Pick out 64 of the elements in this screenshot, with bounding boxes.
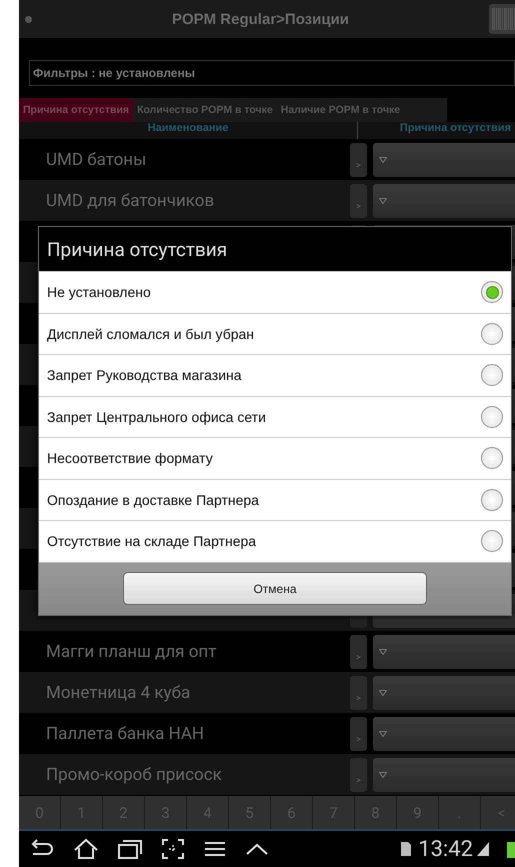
- filter-field[interactable]: Фильтры : не установлены: [29, 60, 515, 86]
- option-label: Дисплей сломался и был убран: [47, 326, 256, 342]
- screenshot-icon[interactable]: [161, 838, 185, 860]
- arrow-button[interactable]: >: [350, 142, 367, 176]
- option-item[interactable]: Дисплей сломался и был убран: [39, 312, 511, 354]
- item-name: Промо-короб присоск: [45, 764, 223, 784]
- home-icon[interactable]: [73, 838, 99, 860]
- column-header: Причина отсутствия: [398, 122, 512, 136]
- barcode-button[interactable]: [489, 4, 515, 34]
- item-name: UMD батоны: [45, 150, 148, 170]
- option-label: Не установлено: [47, 284, 152, 300]
- dot-icon: [25, 16, 32, 22]
- dropdown-field[interactable]: [373, 184, 515, 218]
- dropdown-arrow-icon: [379, 198, 387, 204]
- arrow-button[interactable]: >: [350, 676, 367, 710]
- option-label: Опоздание в доставке Партнера: [47, 492, 260, 508]
- sim-card-icon: [400, 841, 412, 857]
- tab[interactable]: Количество POPM в точке: [133, 98, 277, 122]
- option-item[interactable]: Отсутствие на складе Партнера: [39, 520, 511, 562]
- option-label: Запрет Центрального офиса сети: [47, 408, 267, 425]
- option-label: Отсутствие на складе Партнера: [47, 533, 258, 550]
- dropdown-field[interactable]: [373, 634, 515, 668]
- item-name: Монетница 4 куба: [45, 682, 192, 702]
- battery-icon: [507, 840, 515, 858]
- dropdown-arrow-icon: [379, 648, 387, 654]
- dropdown-arrow-icon: [379, 156, 387, 162]
- dropdown-arrow-icon: [379, 772, 387, 778]
- option-label: Несоответствие формату: [47, 450, 214, 466]
- radio-button[interactable]: [481, 281, 503, 304]
- dropdown-arrow-icon: [379, 690, 387, 696]
- radio-button[interactable]: [481, 322, 503, 345]
- option-item[interactable]: Не установлено: [39, 271, 511, 312]
- clock-time: 13:42: [418, 836, 473, 862]
- arrow-button[interactable]: >: [350, 634, 367, 668]
- option-item[interactable]: Несоответствие формату: [39, 437, 511, 478]
- item-name: Паллета банка НАН: [45, 724, 206, 744]
- screen-title: POPM Regular>Позиции: [170, 10, 350, 28]
- option-label: Запрет Руководства магазина: [47, 367, 243, 384]
- radio-button[interactable]: [481, 530, 503, 552]
- dropdown-field[interactable]: [373, 142, 515, 176]
- keypad-key[interactable]: <: [481, 796, 515, 829]
- radio-button[interactable]: [481, 406, 503, 428]
- tab[interactable]: Причина отсутствия: [19, 98, 134, 122]
- option-item[interactable]: Опоздание в доставке Партнера: [39, 478, 511, 520]
- keypad-key[interactable]: .: [439, 796, 481, 829]
- arrow-button[interactable]: >: [350, 716, 367, 750]
- dropdown-field[interactable]: [373, 716, 515, 750]
- cancel-button[interactable]: Отмена: [123, 572, 427, 605]
- option-item[interactable]: Запрет Руководства магазина: [39, 354, 511, 396]
- arrow-button[interactable]: >: [350, 758, 367, 792]
- radio-button[interactable]: [481, 364, 503, 386]
- radio-button[interactable]: [481, 488, 503, 511]
- dropdown-field[interactable]: [373, 676, 515, 710]
- recent-apps-icon[interactable]: [117, 838, 143, 860]
- tab[interactable]: Наличие POPM в точке: [276, 98, 404, 122]
- dropdown-field[interactable]: [373, 758, 515, 792]
- radio-button[interactable]: [481, 447, 503, 470]
- dialog-title: Причина отсутствия: [39, 227, 511, 271]
- item-name: UMD для батончиков: [45, 190, 216, 210]
- arrow-button[interactable]: >: [350, 184, 367, 218]
- item-name: Магги планш для опт: [45, 642, 218, 662]
- dropdown-arrow-icon: [379, 730, 387, 736]
- option-item[interactable]: Запрет Центрального офиса сети: [39, 396, 511, 437]
- signal-icon: [477, 842, 489, 856]
